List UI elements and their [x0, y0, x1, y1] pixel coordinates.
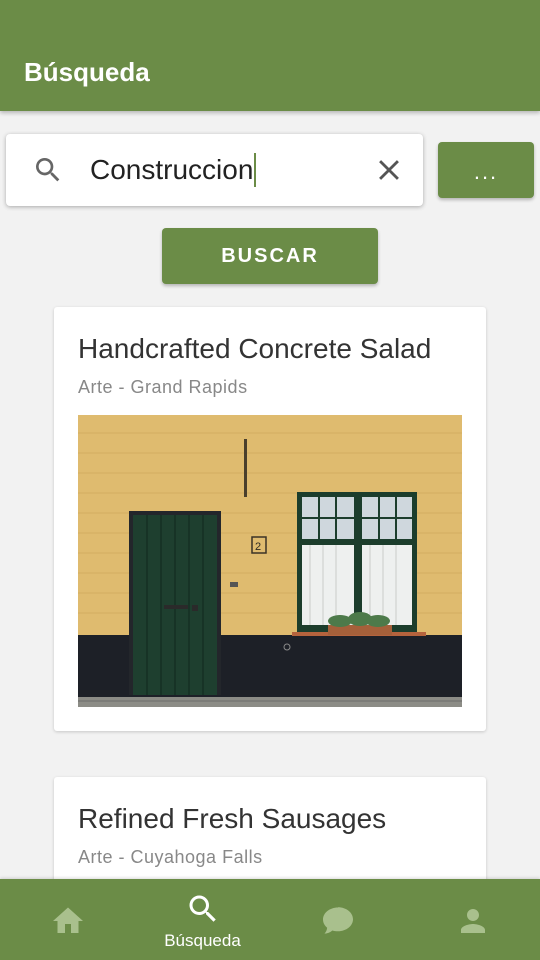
search-button[interactable]: BUSCAR — [162, 228, 378, 284]
person-icon — [460, 909, 485, 933]
close-icon[interactable] — [372, 153, 406, 187]
search-input[interactable] — [90, 148, 360, 192]
bottom-navigation: Búsqueda — [0, 879, 540, 960]
nav-item-profile[interactable] — [405, 879, 540, 960]
card-title: Refined Fresh Sausages — [78, 803, 387, 834]
card-title: Handcrafted Concrete Salad — [78, 333, 432, 364]
search-box — [6, 134, 423, 206]
nav-item-chat[interactable] — [270, 879, 405, 960]
search-icon — [189, 895, 216, 922]
nav-label-search: Búsqueda — [164, 931, 241, 950]
app-bar: Búsqueda — [0, 0, 540, 111]
nav-item-search[interactable]: Búsqueda — [135, 879, 270, 960]
result-card[interactable]: Handcrafted Concrete Salad Arte - Grand … — [54, 307, 486, 731]
more-options-button[interactable]: ... — [438, 142, 534, 198]
card-image: 2 — [78, 415, 462, 707]
nav-item-home[interactable] — [0, 879, 135, 960]
search-icon — [36, 158, 60, 182]
card-subtitle: Arte - Grand Rapids — [78, 377, 248, 397]
page-title: Búsqueda — [24, 57, 150, 87]
home-icon — [52, 907, 83, 933]
text-caret — [254, 153, 256, 187]
card-subtitle: Arte - Cuyahoga Falls — [78, 847, 263, 867]
svg-text:2: 2 — [255, 541, 261, 553]
chat-icon — [322, 907, 353, 934]
